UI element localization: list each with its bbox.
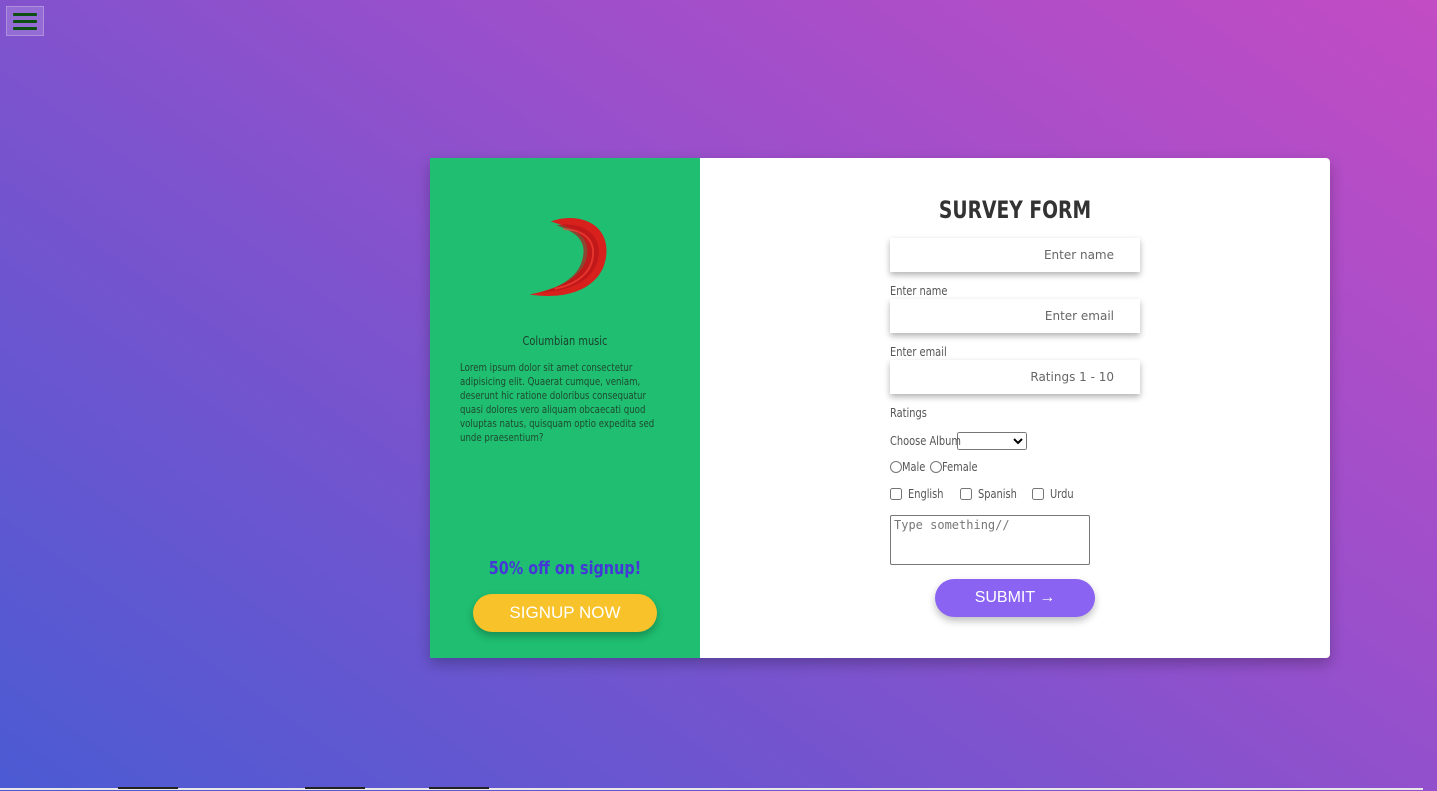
language-label-spanish: Spanish	[978, 487, 1017, 501]
gender-radio-female[interactable]	[930, 461, 943, 473]
form-title: SURVEY FORM	[938, 196, 1092, 224]
email-label: Enter email	[890, 345, 947, 359]
language-label-english: English	[908, 487, 944, 501]
brand-name: Columbian music	[522, 334, 608, 348]
bottom-tab-marker	[429, 787, 489, 789]
language-label-urdu: Urdu	[1050, 487, 1074, 501]
promo-panel: Columbian music Lorem ipsum dolor sit am…	[430, 158, 700, 658]
name-input[interactable]	[890, 238, 1140, 272]
hamburger-menu-icon-bar	[13, 13, 37, 16]
language-checkbox-group: English Spanish Urdu	[890, 487, 1079, 501]
hamburger-menu-icon-bar	[13, 20, 37, 23]
language-checkbox-spanish[interactable]	[960, 488, 972, 500]
red-brush-stroke-logo-icon	[529, 217, 607, 296]
bottom-tab-marker	[118, 787, 178, 789]
ratings-label: Ratings	[890, 406, 927, 420]
language-checkbox-urdu[interactable]	[1032, 488, 1044, 500]
survey-form: SURVEY FORM Enter name Enter email Ratin…	[700, 158, 1330, 658]
language-checkbox-english[interactable]	[890, 488, 902, 500]
hamburger-menu-icon-bar	[13, 27, 37, 30]
brand-description: Lorem ipsum dolor sit amet consectetur a…	[460, 362, 655, 444]
name-label: Enter name	[890, 284, 948, 298]
album-row: Choose Album	[890, 432, 1027, 450]
gender-radio-male[interactable]	[890, 461, 902, 473]
gender-label-male: Male	[902, 460, 926, 474]
promo-text: 50% off on signup!	[488, 558, 642, 579]
album-label: Choose Album	[890, 434, 961, 448]
bottom-divider	[0, 788, 1423, 790]
signup-button[interactable]: SIGNUP NOW	[473, 594, 657, 632]
bottom-tab-marker	[305, 787, 365, 789]
survey-card: Columbian music Lorem ipsum dolor sit am…	[430, 158, 1330, 658]
gender-radio-group: Male Female	[890, 460, 986, 474]
gender-label-female: Female	[942, 460, 979, 474]
email-input[interactable]	[890, 299, 1140, 333]
album-select[interactable]	[957, 432, 1027, 450]
submit-button[interactable]: SUBMIT →	[935, 579, 1095, 617]
hamburger-menu-button[interactable]	[6, 6, 44, 36]
ratings-input[interactable]	[890, 360, 1140, 394]
comment-textarea[interactable]	[890, 515, 1090, 565]
